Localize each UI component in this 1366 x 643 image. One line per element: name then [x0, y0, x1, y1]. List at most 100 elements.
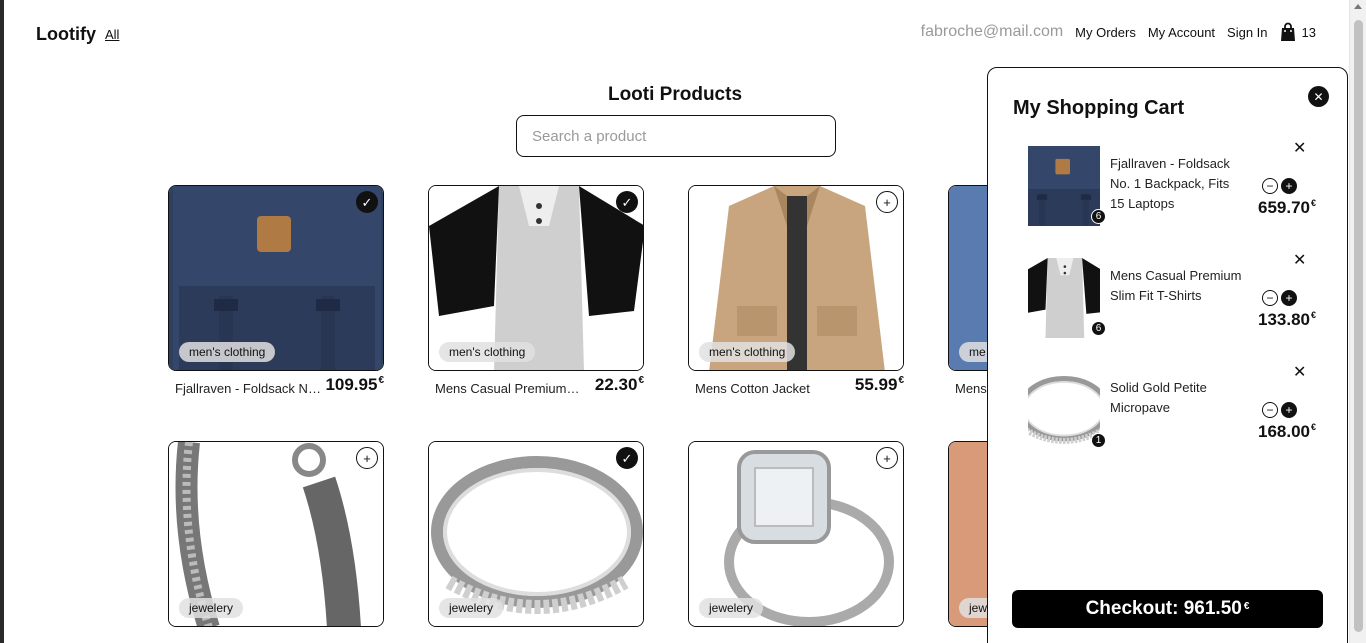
product-image[interactable]: jewelery + [168, 441, 384, 627]
checkout-label: Checkout: 961.50 [1085, 598, 1242, 619]
cart-item-name: Fjallraven - Foldsack No. 1 Backpack, Fi… [1110, 156, 1230, 211]
search-input[interactable] [516, 115, 836, 157]
decrease-qty-button[interactable]: − [1262, 178, 1278, 194]
plus-icon: + [1285, 291, 1293, 305]
add-to-cart-button[interactable]: + [876, 191, 898, 213]
product-price [383, 631, 384, 643]
cart-item-price: 168.00€ [1234, 422, 1316, 442]
added-to-cart-button[interactable]: ✓ [616, 447, 638, 469]
add-to-cart-button[interactable]: + [356, 447, 378, 469]
page-title: Looti Products [607, 84, 743, 105]
cart-item-qty-badge: 6 [1091, 209, 1106, 224]
brand-logo[interactable]: Lootify [36, 24, 96, 45]
nav-sign-in[interactable]: Sign In [1227, 25, 1267, 40]
decrease-qty-button[interactable]: − [1262, 290, 1278, 306]
cart-button[interactable]: 13 [1280, 22, 1316, 42]
currency-symbol: € [638, 375, 644, 387]
category-badge: jewelery [179, 598, 244, 618]
product-info: Mens Casual Premium Slim Fit T-Shirts 22… [428, 374, 644, 400]
nav-my-orders[interactable]: My Orders [1075, 25, 1136, 40]
plus-icon: + [363, 450, 371, 466]
decrease-qty-button[interactable]: − [1262, 402, 1278, 418]
product-image[interactable]: jewelery + [688, 441, 904, 627]
increase-qty-button[interactable]: + [1281, 402, 1297, 418]
shopping-bag-icon [1280, 22, 1296, 42]
product-card[interactable]: jewelery + [168, 441, 384, 643]
plus-icon: + [1285, 179, 1293, 193]
product-price-value: 55.99 [854, 375, 898, 394]
close-icon: ✕ [1293, 252, 1307, 269]
top-nav: Lootify All fabroche@mail.com My Orders … [36, 22, 1316, 46]
product-card[interactable]: men's clothing ✓ Fjallraven - Foldsack N… [168, 185, 384, 400]
product-card[interactable]: men's clothing + Mens Cotton Jacket 55.9… [688, 185, 904, 400]
product-price: 109.95€ [325, 375, 384, 395]
cart-item-tshirt-image [1017, 258, 1111, 338]
check-icon: ✓ [621, 194, 633, 210]
product-image[interactable]: men's clothing + [688, 185, 904, 371]
plus-icon: + [883, 194, 891, 210]
checkout-button[interactable]: Checkout: 961.50 € [1012, 590, 1323, 628]
currency-symbol: € [1310, 198, 1316, 209]
product-image[interactable]: jewelery ✓ [428, 441, 644, 627]
cart-item-price-value: 168.00 [1257, 422, 1310, 441]
shopping-cart-panel: My Shopping Cart ✕ 6 Fjallraven - Foldsa… [987, 67, 1348, 643]
product-name: Fjallraven - Foldsack No. 1 Backpack, Fi… [175, 381, 321, 396]
category-badge: men's clothing [179, 342, 276, 362]
remove-item-button[interactable]: ✕ [1293, 250, 1306, 270]
scroll-up-arrow-icon[interactable] [1354, 4, 1362, 9]
category-badge: men's clothing [439, 342, 536, 362]
close-icon: ✕ [1313, 89, 1324, 104]
cart-item-price: 659.70€ [1234, 198, 1316, 218]
page-scrollbar[interactable] [1349, 0, 1366, 643]
quantity-stepper: − + [1262, 178, 1297, 194]
product-price: 55.99€ [855, 375, 904, 395]
minus-icon: − [1266, 179, 1274, 193]
increase-qty-button[interactable]: + [1281, 290, 1297, 306]
minus-icon: − [1266, 403, 1274, 417]
nav-right: fabroche@mail.com My Orders My Account S… [921, 22, 1316, 42]
plus-icon: + [883, 450, 891, 466]
product-info [168, 630, 384, 643]
product-info [428, 630, 644, 643]
user-email: fabroche@mail.com [920, 23, 1064, 40]
cart-item: 1 Solid Gold Petite Micropave ✕ − + 168.… [1017, 360, 1318, 450]
scrollbar-thumb[interactable] [1354, 20, 1363, 632]
plus-icon: + [1285, 403, 1293, 417]
currency-symbol: € [1310, 310, 1316, 321]
cart-item-price-value: 133.80 [1257, 310, 1310, 329]
cart-title: My Shopping Cart [1013, 97, 1185, 119]
currency-symbol: € [1310, 422, 1316, 433]
product-info: Mens Cotton Jacket 55.99€ [688, 374, 904, 400]
checkout-currency: € [1243, 600, 1250, 612]
product-card[interactable]: jewelery ✓ [428, 441, 644, 643]
close-cart-button[interactable]: ✕ [1308, 86, 1329, 107]
product-card[interactable]: jewelery + [688, 441, 904, 643]
product-image[interactable]: men's clothing ✓ [168, 185, 384, 371]
product-name: Mens Cotton Jacket [695, 381, 810, 396]
cart-item-name: Mens Casual Premium Slim Fit T-Shirts [1110, 268, 1242, 303]
product-price-value: 109.95 [325, 375, 378, 394]
remove-item-button[interactable]: ✕ [1293, 138, 1306, 158]
category-badge: men's clothing [699, 342, 796, 362]
currency-symbol: € [898, 375, 904, 387]
product-image[interactable]: men's clothing ✓ [428, 185, 644, 371]
product-price: 22.30€ [595, 375, 644, 395]
add-to-cart-button[interactable]: + [876, 447, 898, 469]
currency-symbol: € [378, 375, 384, 387]
increase-qty-button[interactable]: + [1281, 178, 1297, 194]
product-info: Fjallraven - Foldsack No. 1 Backpack, Fi… [168, 374, 384, 400]
nav-all-link[interactable]: All [105, 27, 119, 42]
cart-item-ring-silver-image [1017, 370, 1111, 450]
cart-item-name: Solid Gold Petite Micropave [1110, 380, 1207, 415]
cart-count: 13 [1301, 24, 1316, 40]
added-to-cart-button[interactable]: ✓ [356, 191, 378, 213]
minus-icon: − [1266, 291, 1274, 305]
cart-item-backpack-image [1017, 146, 1111, 226]
added-to-cart-button[interactable]: ✓ [616, 191, 638, 213]
remove-item-button[interactable]: ✕ [1293, 362, 1306, 382]
cart-item-qty-badge: 6 [1091, 321, 1106, 336]
cart-item-price-value: 659.70 [1257, 198, 1310, 217]
close-icon: ✕ [1293, 140, 1307, 157]
nav-my-account[interactable]: My Account [1148, 25, 1215, 40]
product-card[interactable]: men's clothing ✓ Mens Casual Premium Sli… [428, 185, 644, 400]
